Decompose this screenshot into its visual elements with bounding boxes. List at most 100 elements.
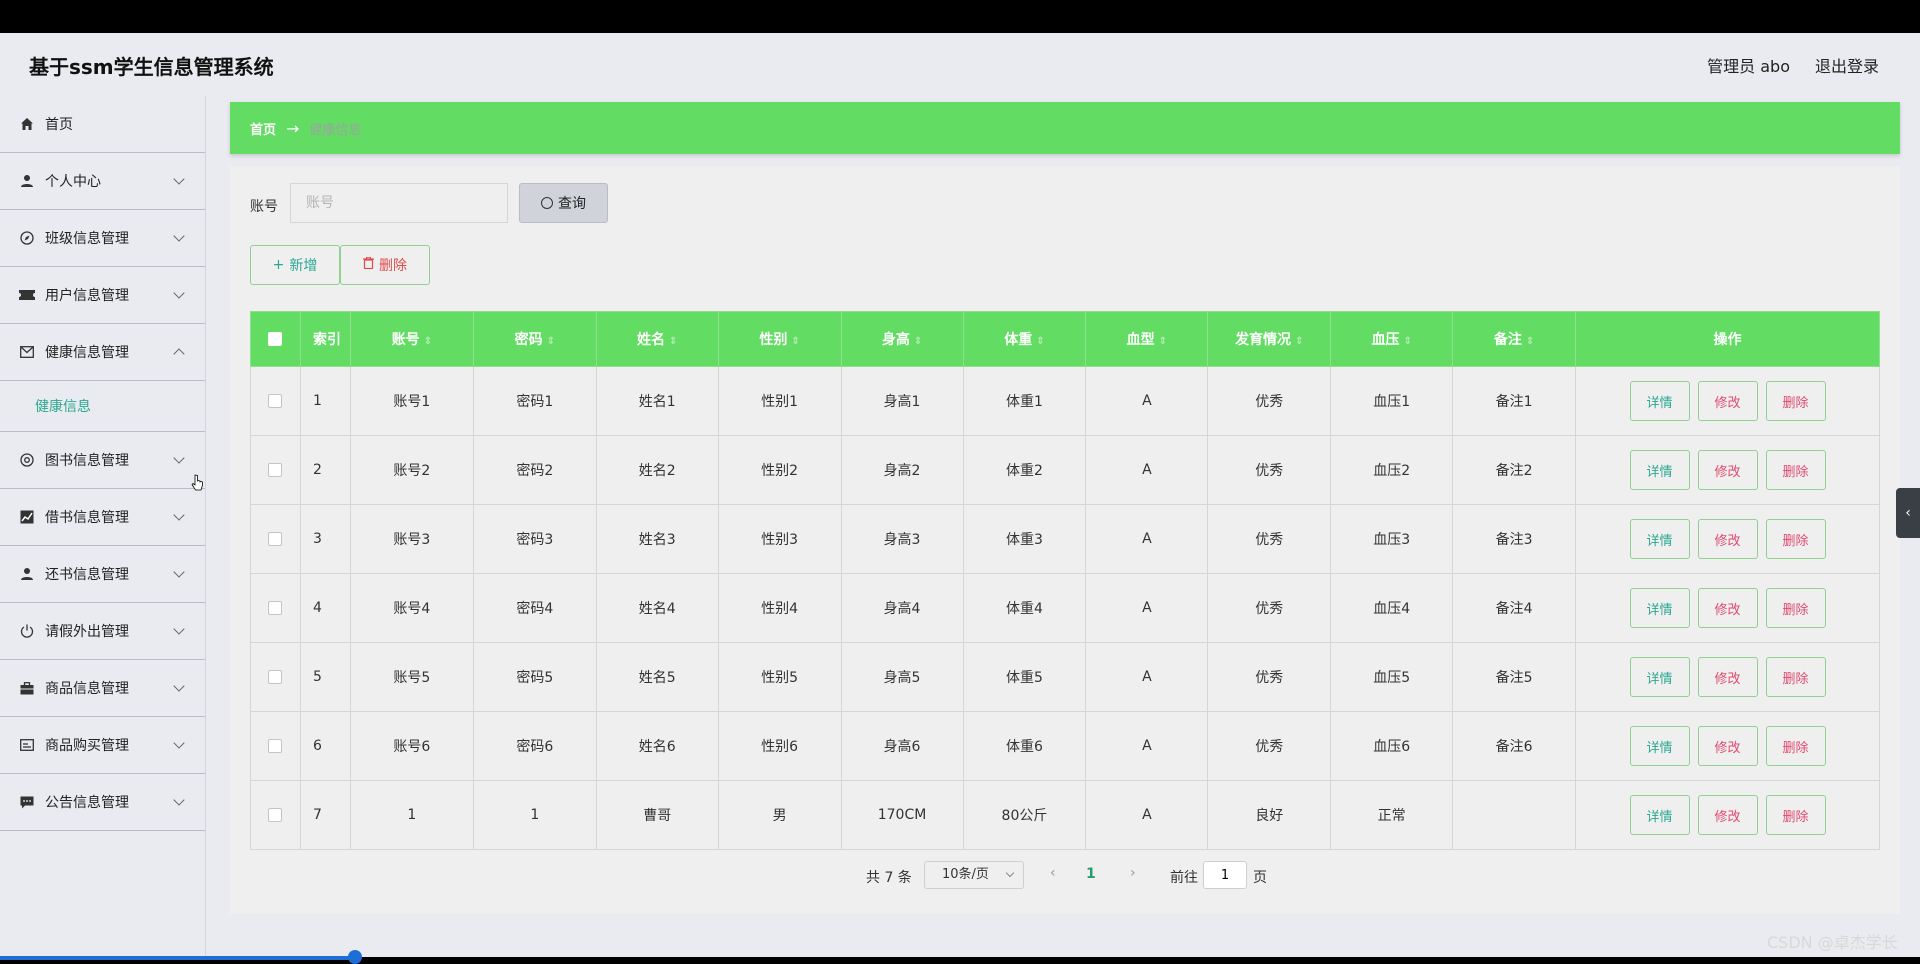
compass-icon	[19, 230, 35, 246]
edit-button[interactable]: 修改	[1697, 726, 1758, 766]
sidebar-item-borrow[interactable]: 借书信息管理	[0, 489, 205, 546]
detail-button[interactable]: 详情	[1629, 381, 1690, 421]
home-icon	[19, 116, 35, 132]
sidebar-item-class[interactable]: 班级信息管理	[0, 210, 205, 267]
cell-gender: 男	[717, 780, 842, 850]
table-row: 1 账号1 密码1 姓名1 性别1 身高1 体重1 A 优秀 血压1 备注1 详情 修改 删除	[250, 366, 1880, 436]
add-button[interactable]: + 新增	[250, 245, 340, 285]
cell-password: 密码4	[472, 573, 597, 643]
row-checkbox[interactable]	[268, 532, 283, 546]
sidebar-item-label: 图书信息管理	[45, 453, 129, 469]
prev-page-button[interactable]: ‹	[1050, 865, 1056, 881]
column-header-password[interactable]: 密码 ⇕	[472, 311, 597, 367]
column-header-gender[interactable]: 性别 ⇕	[717, 311, 842, 367]
column-header-remark[interactable]: 备注 ⇕	[1452, 311, 1577, 367]
mouse-pointer-icon	[191, 474, 203, 491]
chevron-down-icon	[1005, 868, 1015, 878]
row-select-cell	[250, 711, 301, 781]
page-number-1[interactable]: 1	[1086, 866, 1096, 882]
edit-button[interactable]: 修改	[1697, 795, 1758, 835]
row-checkbox[interactable]	[268, 670, 283, 684]
cell-account: 1	[349, 780, 474, 850]
sidebar-item-books[interactable]: 图书信息管理	[0, 432, 205, 489]
logout-link[interactable]: 退出登录	[1815, 53, 1879, 77]
cell-actions: 详情 修改 删除	[1575, 435, 1880, 505]
edit-button[interactable]: 修改	[1697, 588, 1758, 628]
chevron-down-icon	[173, 509, 185, 521]
search-button[interactable]: 查询	[519, 183, 608, 223]
cell-blood-pressure: 血压3	[1330, 504, 1454, 574]
detail-button[interactable]: 详情	[1629, 657, 1690, 697]
breadcrumb-home[interactable]: 首页	[250, 119, 276, 138]
header: 基于ssm学生信息管理系统 管理员 abo 退出登录	[0, 33, 1920, 96]
pagination-total: 共 7 条	[866, 870, 912, 886]
cell-index: 3	[299, 504, 351, 574]
row-checkbox[interactable]	[268, 739, 283, 753]
sidebar-item-return[interactable]: 还书信息管理	[0, 546, 205, 603]
row-checkbox[interactable]	[268, 808, 283, 822]
column-header-name[interactable]: 姓名 ⇕	[595, 311, 719, 367]
collapse-panel-handle[interactable]: ‹	[1896, 488, 1920, 538]
edit-button[interactable]: 修改	[1697, 519, 1758, 559]
sidebar-subitem-health-info[interactable]: 健康信息	[0, 381, 205, 432]
sidebar-item-users[interactable]: 用户信息管理	[0, 267, 205, 324]
delete-button[interactable]: 删除	[1765, 381, 1826, 421]
cell-password: 1	[472, 780, 597, 850]
column-header-development[interactable]: 发育情况 ⇕	[1207, 311, 1332, 367]
sidebar-item-home[interactable]: 首页	[0, 96, 205, 153]
table-header-row: 索引 账号 ⇕ 密码 ⇕ 姓名 ⇕ 性别 ⇕ 身高 ⇕ 体重 ⇕ 血型 ⇕ 发育情况 ⇕ 血压 ⇕…	[250, 311, 1880, 367]
delete-button[interactable]: 删除	[1765, 726, 1826, 766]
row-checkbox[interactable]	[268, 394, 283, 408]
sidebar-item-health[interactable]: 健康信息管理	[0, 324, 205, 381]
delete-button[interactable]: 删除	[1765, 450, 1826, 490]
select-all-checkbox[interactable]	[268, 332, 283, 346]
row-checkbox[interactable]	[268, 463, 283, 477]
cell-remark: 备注4	[1452, 573, 1577, 643]
screen-top-bar	[0, 0, 1920, 33]
sort-icon: ⇕	[423, 336, 433, 347]
delete-button[interactable]: 删除	[1765, 588, 1826, 628]
cell-development: 良好	[1207, 780, 1332, 850]
row-checkbox[interactable]	[268, 601, 283, 615]
trash-icon	[363, 256, 374, 273]
column-header-index: 索引	[299, 311, 351, 367]
page-size-value: 10条/页	[942, 867, 989, 882]
cell-blood-type: A	[1085, 573, 1209, 643]
sidebar-item-personal[interactable]: 个人中心	[0, 153, 205, 210]
detail-button[interactable]: 详情	[1629, 588, 1690, 628]
account-search-input[interactable]	[290, 183, 508, 223]
detail-button[interactable]: 详情	[1629, 519, 1690, 559]
detail-button[interactable]: 详情	[1629, 726, 1690, 766]
next-page-button[interactable]: ›	[1130, 865, 1136, 881]
delete-button[interactable]: 删除	[1765, 519, 1826, 559]
sidebar-item-notice[interactable]: 公告信息管理	[0, 774, 205, 831]
sidebar-item-leave[interactable]: 请假外出管理	[0, 603, 205, 660]
cell-blood-type: A	[1085, 435, 1209, 505]
delete-button[interactable]: 删除	[1765, 795, 1826, 835]
batch-delete-button[interactable]: 删除	[340, 245, 430, 285]
detail-button[interactable]: 详情	[1629, 795, 1690, 835]
edit-button[interactable]: 修改	[1697, 450, 1758, 490]
goto-page-input[interactable]	[1203, 861, 1247, 889]
sidebar-item-goods[interactable]: 商品信息管理	[0, 660, 205, 717]
page-size-select[interactable]: 10条/页	[924, 861, 1024, 889]
edit-button[interactable]: 修改	[1697, 657, 1758, 697]
column-header-height[interactable]: 身高 ⇕	[840, 311, 964, 367]
sidebar-item-purchase[interactable]: 商品购买管理	[0, 717, 205, 774]
detail-button[interactable]: 详情	[1629, 450, 1690, 490]
video-progress-handle	[348, 950, 362, 964]
cell-blood-type: A	[1085, 780, 1209, 850]
column-header-weight[interactable]: 体重 ⇕	[962, 311, 1087, 367]
edit-button[interactable]: 修改	[1697, 381, 1758, 421]
pagination: 共 7 条 10条/页 ‹ 1 › 前往 页	[230, 861, 1900, 891]
cell-name: 姓名2	[595, 435, 719, 505]
column-header-blood-pressure[interactable]: 血压 ⇕	[1330, 311, 1454, 367]
column-header-label: 密码	[514, 332, 543, 348]
column-header-blood-type[interactable]: 血型 ⇕	[1085, 311, 1209, 367]
table-row: 6 账号6 密码6 姓名6 性别6 身高6 体重6 A 优秀 血压6 备注6 详情 修改 删除	[250, 711, 1880, 781]
cell-account: 账号1	[349, 366, 474, 436]
delete-button[interactable]: 删除	[1765, 657, 1826, 697]
column-header-account[interactable]: 账号 ⇕	[349, 311, 474, 367]
content-panel: 账号 查询 + 新增 删除	[230, 166, 1900, 914]
health-table: 索引 账号 ⇕ 密码 ⇕ 姓名 ⇕ 性别 ⇕ 身高 ⇕ 体重 ⇕ 血型 ⇕ 发育情况 ⇕ 血压 ⇕…	[250, 311, 1880, 850]
